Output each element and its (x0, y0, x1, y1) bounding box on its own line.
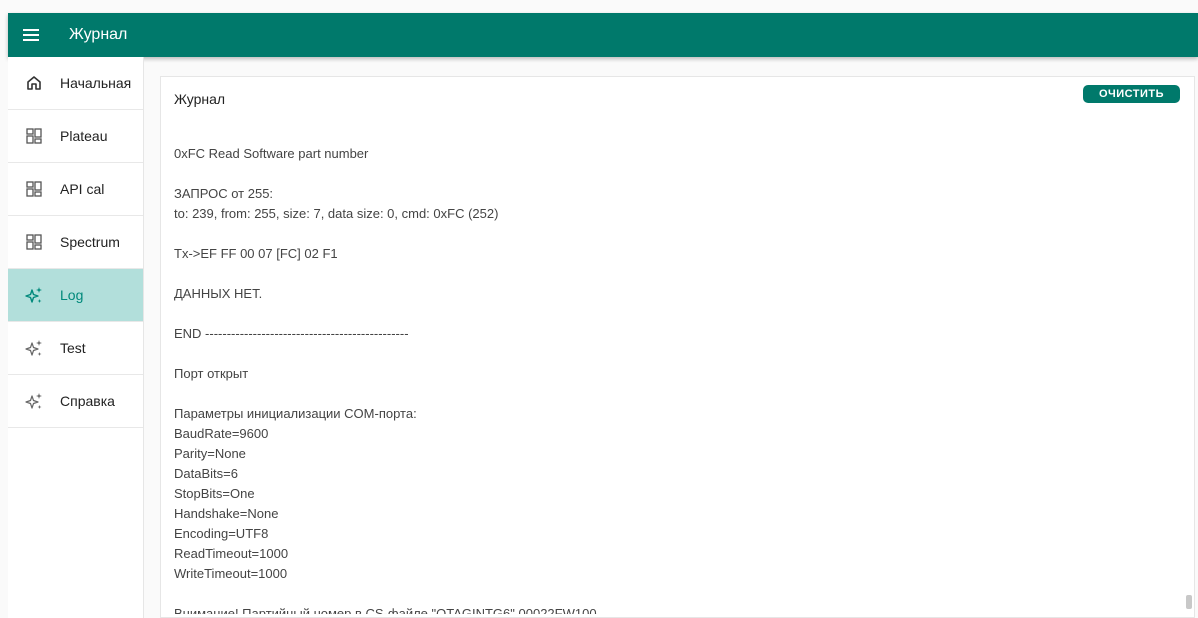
log-line: Внимание! Партийный номер в CS-файле "OT… (174, 606, 597, 614)
dashboard-icon (23, 231, 45, 253)
sidebar-item-label: Начальная (60, 75, 132, 91)
sidebar-item-plateau[interactable]: Plateau (8, 110, 143, 163)
sidebar-item-log[interactable]: Log (8, 269, 143, 322)
log-line: Параметры инициализации COM-порта: (174, 406, 417, 421)
sparkle-icon (23, 390, 45, 412)
app-bar: Журнал (8, 13, 1198, 57)
log-panel: Журнал ОЧИСТИТЬ 0xFC Read Software part … (160, 76, 1195, 618)
sidebar-item-label: Справка (60, 393, 115, 409)
sidebar-item-label: API cal (60, 181, 105, 197)
clear-button[interactable]: ОЧИСТИТЬ (1083, 85, 1180, 103)
app-bar-title: Журнал (69, 26, 128, 43)
sidebar-item-api-cal[interactable]: API cal (8, 163, 143, 216)
log-line: WriteTimeout=1000 (174, 566, 288, 581)
sidebar-item-home[interactable]: Начальная (8, 57, 143, 110)
log-line: DataBits=6 (174, 466, 238, 481)
sparkle-icon (23, 337, 45, 359)
hamburger-icon (23, 34, 39, 36)
log-line: END ------------------------------------… (174, 326, 409, 341)
log-line: Tx->EF FF 00 07 [FC] 02 F1 (174, 246, 338, 261)
sidebar-item-spectrum[interactable]: Spectrum (8, 216, 143, 269)
log-line: Handshake=None (174, 506, 279, 521)
sidebar-item-help[interactable]: Справка (8, 375, 143, 428)
panel-title: Журнал (174, 91, 226, 107)
sidebar-item-label: Test (60, 340, 86, 356)
log-line: ReadTimeout=1000 (174, 546, 289, 561)
log-output[interactable]: 0xFC Read Software part number ЗАПРОС от … (174, 144, 1164, 614)
sidebar-item-label: Spectrum (60, 234, 120, 250)
scrollbar-thumb[interactable] (1186, 595, 1192, 609)
sidebar-item-label: Plateau (60, 128, 108, 144)
log-line: StopBits=One (174, 486, 255, 501)
log-line: Encoding=UTF8 (174, 526, 269, 541)
dashboard-icon (23, 125, 45, 147)
menu-button[interactable] (8, 13, 54, 57)
log-line: ЗАПРОС от 255: (174, 186, 274, 201)
sidebar-nav: Начальная Plateau API cal Spectrum Log T… (8, 57, 144, 618)
log-line: to: 239, from: 255, size: 7, data size: … (174, 206, 499, 221)
sidebar-item-test[interactable]: Test (8, 322, 143, 375)
log-line: ДАННЫХ НЕТ. (174, 286, 263, 301)
sparkle-icon (23, 284, 45, 306)
sidebar-item-label: Log (60, 287, 84, 303)
home-icon (23, 72, 45, 94)
log-line: Parity=None (174, 446, 246, 461)
log-line: Порт открыт (174, 366, 249, 381)
log-line: BaudRate=9600 (174, 426, 269, 441)
log-line: 0xFC Read Software part number (174, 146, 369, 161)
dashboard-icon (23, 178, 45, 200)
